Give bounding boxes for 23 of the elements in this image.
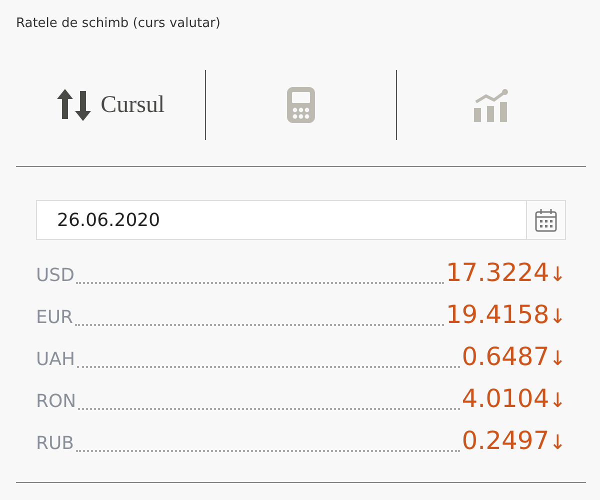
exchange-rate: 0.6487 xyxy=(462,341,550,373)
rates-tab[interactable]: Cursul xyxy=(16,80,206,130)
currency-code: USD xyxy=(36,264,74,288)
calculator-icon xyxy=(286,87,315,123)
currency-code: RON xyxy=(36,390,76,414)
calendar-icon xyxy=(535,208,557,232)
trend-arrow: ↓ xyxy=(549,303,566,330)
currency-code: EUR xyxy=(36,306,74,330)
trend-arrow: ↓ xyxy=(549,387,566,414)
trend-arrow: ↓ xyxy=(549,429,566,456)
bar-chart-icon xyxy=(474,88,508,122)
exchange-rate: 0.2497 xyxy=(462,425,550,457)
calendar-button[interactable] xyxy=(526,200,566,240)
page-title: Ratele de schimb (curs valutar) xyxy=(16,15,222,33)
up-down-arrows-icon xyxy=(56,89,91,121)
trend-arrow: ↓ xyxy=(549,345,566,372)
exchange-rate: 19.4158 xyxy=(446,299,550,331)
trend-arrow: ↓ xyxy=(549,261,566,288)
exchange-rate: 4.0104 xyxy=(462,383,550,415)
exchange-rate: 17.3224 xyxy=(446,257,550,289)
date-field[interactable]: 26.06.2020 xyxy=(36,200,526,240)
currency-code: UAH xyxy=(36,348,76,372)
currency-code: RUB xyxy=(36,432,74,456)
